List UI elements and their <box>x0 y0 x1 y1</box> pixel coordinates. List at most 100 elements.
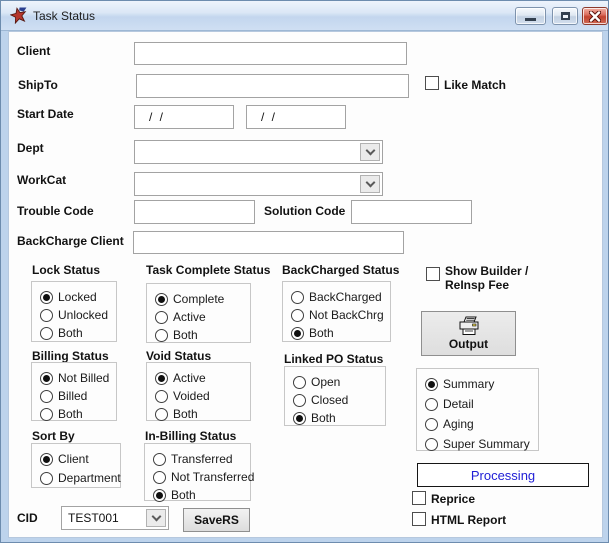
backcharged-status-title: BackCharged Status <box>282 263 399 277</box>
chevron-down-icon[interactable] <box>146 509 166 527</box>
radio-detail[interactable] <box>425 398 438 411</box>
radio-label: Active <box>173 371 206 385</box>
radio-label: BackCharged <box>309 290 382 304</box>
sort-by-group: Client Department <box>31 443 121 488</box>
radio-billed[interactable] <box>40 390 53 403</box>
html-report-checkbox[interactable] <box>412 512 426 526</box>
reprice-checkbox[interactable] <box>412 491 426 505</box>
radio-label: Both <box>311 411 336 425</box>
start-date-from-input[interactable] <box>134 105 234 129</box>
like-match-checkbox[interactable] <box>425 76 439 90</box>
radio-label: Closed <box>311 393 348 407</box>
radio-voided[interactable] <box>155 390 168 403</box>
start-date-to-input[interactable] <box>246 105 346 129</box>
shipto-label: ShipTo <box>18 78 58 92</box>
dept-select[interactable] <box>134 140 383 164</box>
workcat-select[interactable] <box>134 172 383 196</box>
radio-label: Both <box>58 407 83 421</box>
radio-locked[interactable] <box>40 291 53 304</box>
solution-code-label: Solution Code <box>264 204 345 218</box>
radio-label: Billed <box>58 389 87 403</box>
radio-label: Active <box>173 310 206 324</box>
output-label: Output <box>449 337 488 351</box>
radio-lock-both[interactable] <box>40 327 53 340</box>
backcharge-client-input[interactable] <box>133 231 404 254</box>
radio-task-active[interactable] <box>155 311 168 324</box>
start-date-label: Start Date <box>17 107 74 121</box>
void-status-title: Void Status <box>146 349 211 363</box>
client-input[interactable] <box>134 42 407 65</box>
radio-label: Voided <box>173 389 210 403</box>
radio-sort-department[interactable] <box>40 472 53 485</box>
radio-transferred[interactable] <box>153 453 166 466</box>
radio-label: Super Summary <box>443 437 530 451</box>
backcharged-status-group: BackCharged Not BackChrg Both <box>282 281 391 342</box>
radio-label: Transferred <box>171 452 233 466</box>
sort-by-title: Sort By <box>32 429 75 443</box>
radio-label: Open <box>311 375 340 389</box>
radio-aging[interactable] <box>425 418 438 431</box>
savers-label: SaveRS <box>194 513 239 527</box>
radio-label: Locked <box>58 290 97 304</box>
radio-summary[interactable] <box>425 378 438 391</box>
minimize-button[interactable] <box>515 7 546 25</box>
titlebar[interactable]: Task Status <box>1 1 608 31</box>
radio-po-both[interactable] <box>293 412 306 425</box>
radio-label: Both <box>58 326 83 340</box>
lock-status-group: Locked Unlocked Both <box>31 281 117 342</box>
output-button[interactable]: Output <box>421 311 516 356</box>
radio-po-closed[interactable] <box>293 394 306 407</box>
radio-backchg-both[interactable] <box>291 327 304 340</box>
backcharge-client-label: BackCharge Client <box>17 234 124 248</box>
solution-code-input[interactable] <box>351 200 472 224</box>
radio-void-both[interactable] <box>155 408 168 421</box>
lock-status-title: Lock Status <box>32 263 100 277</box>
radio-billing-both[interactable] <box>40 408 53 421</box>
radio-sort-client[interactable] <box>40 453 53 466</box>
radio-unlocked[interactable] <box>40 309 53 322</box>
radio-backcharged[interactable] <box>291 291 304 304</box>
chevron-down-icon[interactable] <box>360 175 380 193</box>
maximize-button[interactable] <box>552 7 578 25</box>
radio-task-both[interactable] <box>155 329 168 342</box>
trouble-code-input[interactable] <box>134 200 255 224</box>
radio-label: Unlocked <box>58 308 108 322</box>
cid-select[interactable]: TEST001 <box>61 506 169 530</box>
radio-label: Aging <box>443 417 474 431</box>
radio-super-summary[interactable] <box>425 438 438 451</box>
app-star-icon <box>10 7 27 24</box>
radio-label: Both <box>173 407 198 421</box>
radio-not-transferred[interactable] <box>153 471 166 484</box>
savers-button[interactable]: SaveRS <box>183 508 250 532</box>
billing-status-group: Not Billed Billed Both <box>31 362 117 421</box>
window-title: Task Status <box>33 9 95 23</box>
cid-label: CID <box>17 511 38 525</box>
radio-label: Detail <box>443 397 474 411</box>
radio-label: Not Billed <box>58 371 109 385</box>
close-button[interactable] <box>582 7 608 25</box>
radio-not-backchrg[interactable] <box>291 309 304 322</box>
show-builder-checkbox[interactable] <box>426 267 440 281</box>
billing-status-title: Billing Status <box>32 349 109 363</box>
in-billing-status-title: In-Billing Status <box>145 429 236 443</box>
radio-po-open[interactable] <box>293 376 306 389</box>
printer-icon <box>457 316 481 335</box>
processing-status-box: Processing <box>417 463 589 487</box>
task-complete-status-title: Task Complete Status <box>146 263 270 277</box>
radio-complete[interactable] <box>155 293 168 306</box>
radio-label: Both <box>171 488 196 502</box>
chevron-down-icon[interactable] <box>360 143 380 161</box>
linked-po-status-title: Linked PO Status <box>284 352 383 366</box>
radio-void-active[interactable] <box>155 372 168 385</box>
shipto-input[interactable] <box>136 74 409 98</box>
radio-label: Not Transferred <box>171 470 254 484</box>
html-report-label: HTML Report <box>431 513 506 527</box>
radio-not-billed[interactable] <box>40 372 53 385</box>
processing-label: Processing <box>471 468 535 483</box>
minimize-icon <box>525 18 536 21</box>
task-status-window: Task Status Client ShipTo Like Match Sta… <box>0 0 609 543</box>
close-icon <box>589 11 601 22</box>
cid-value: TEST001 <box>68 511 119 525</box>
workcat-label: WorkCat <box>17 173 66 187</box>
radio-inbilling-both[interactable] <box>153 489 166 502</box>
